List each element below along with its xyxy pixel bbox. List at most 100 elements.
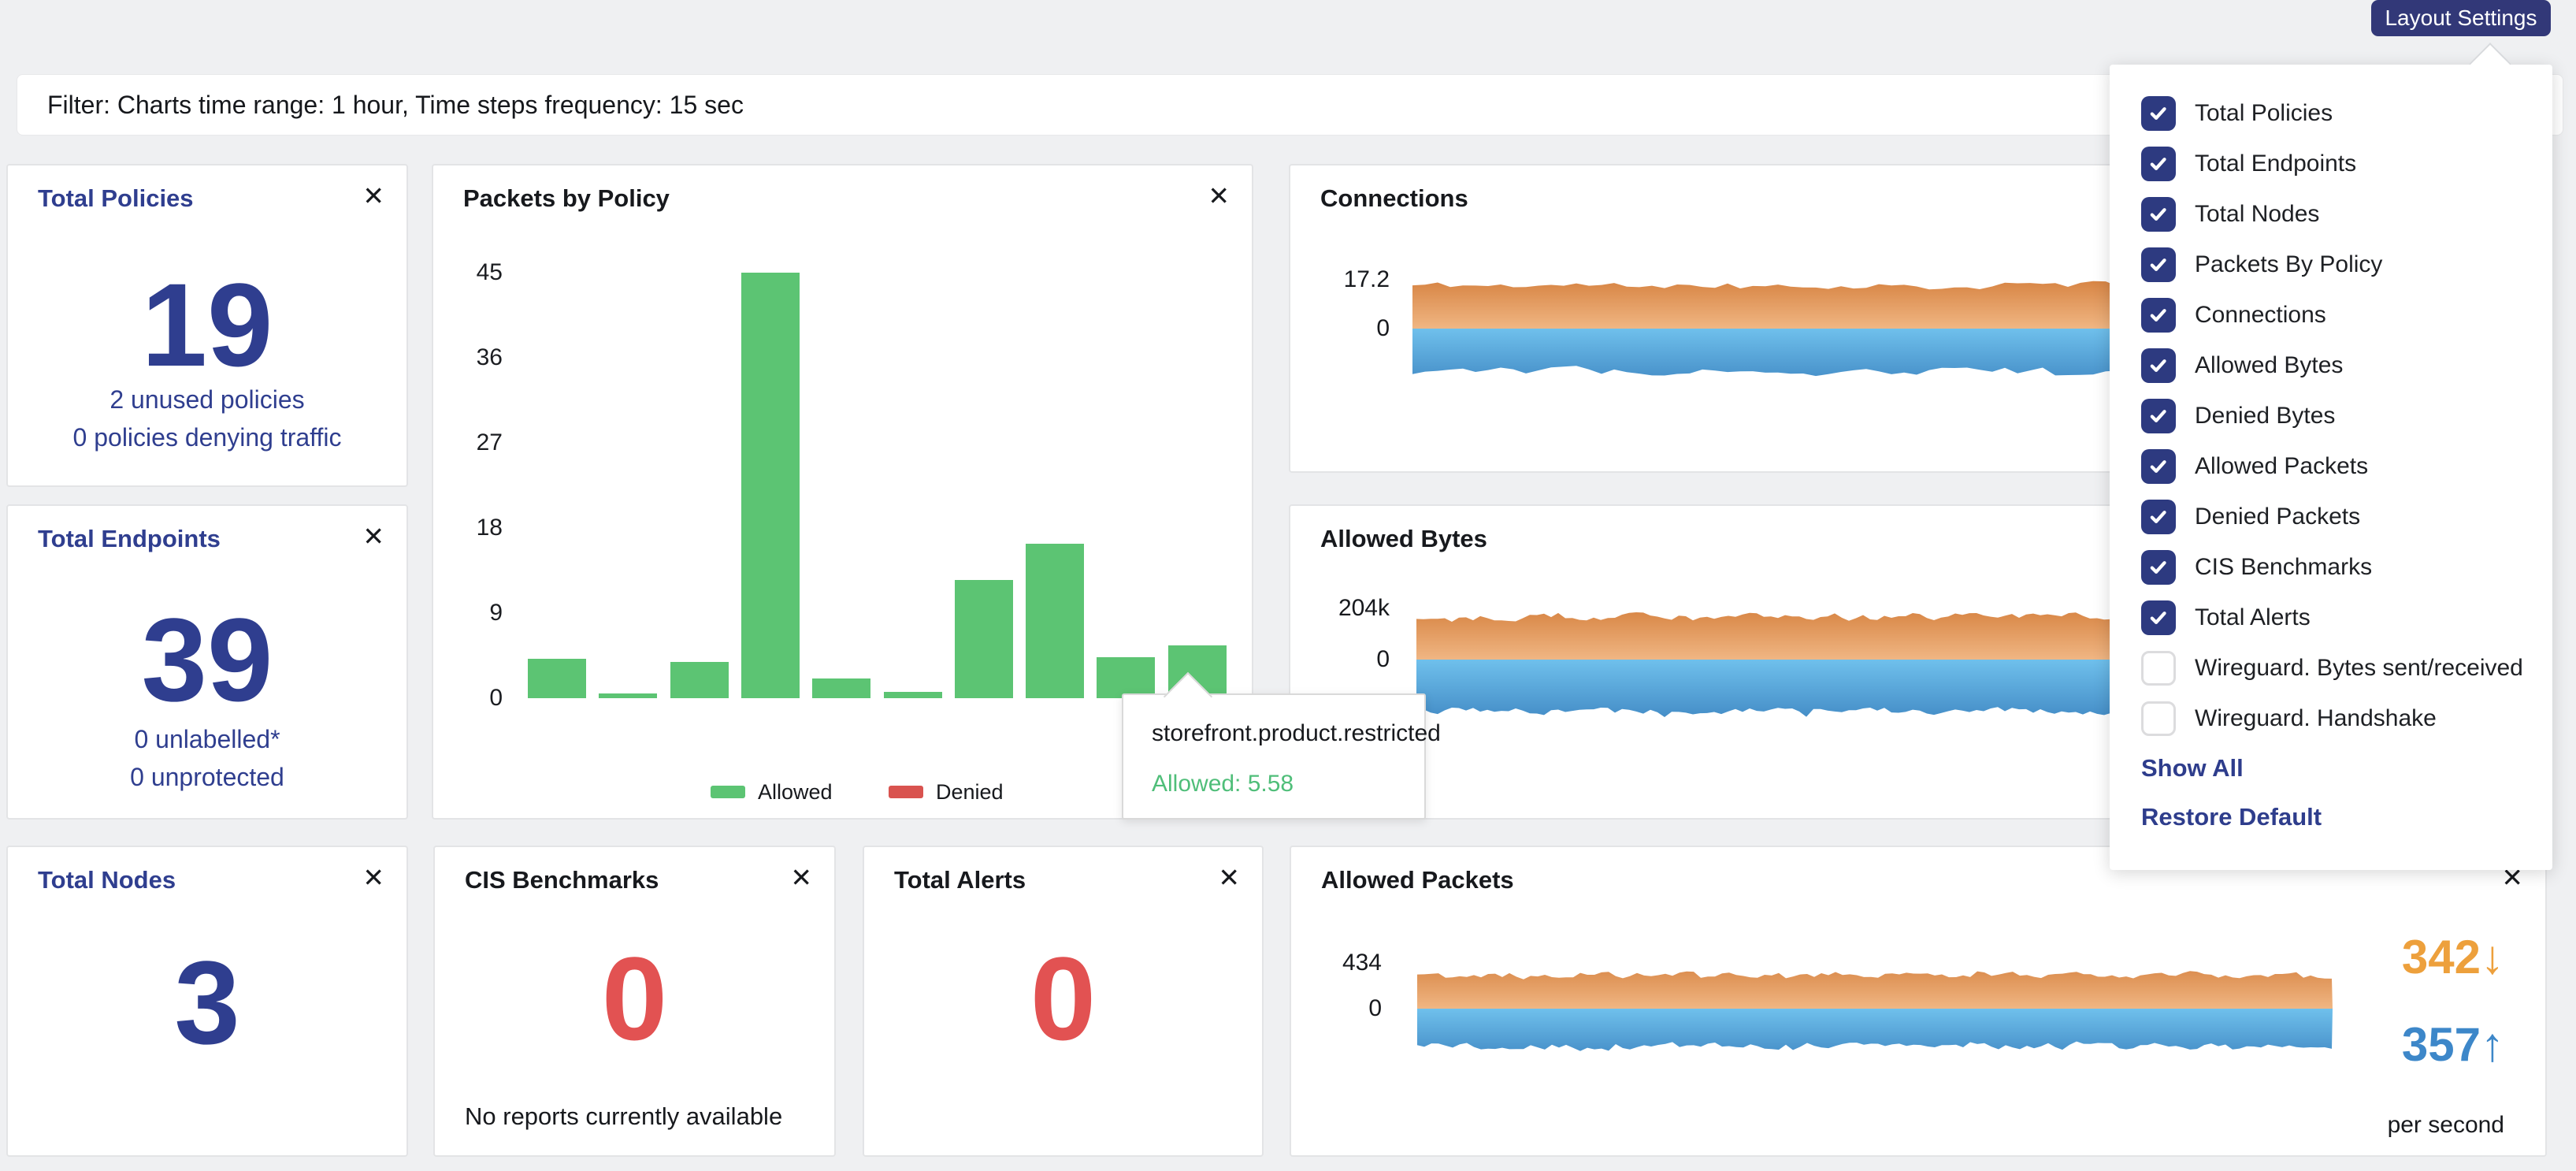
layout-menu-item-label: CIS Benchmarks [2195, 554, 2372, 581]
layout-menu-item-label: Denied Packets [2195, 504, 2360, 530]
checkbox-checked-icon[interactable] [2141, 147, 2176, 181]
layout-menu-item-label: Denied Bytes [2195, 403, 2335, 429]
card-title: Total Endpoints [38, 525, 221, 553]
allowed-bar[interactable] [955, 580, 1013, 698]
checkbox-checked-icon[interactable] [2141, 247, 2176, 282]
close-icon[interactable]: ✕ [362, 523, 384, 549]
layout-menu-item-label: Wireguard. Handshake [2195, 705, 2437, 732]
checkbox-checked-icon[interactable] [2141, 348, 2176, 383]
sent-area-series [1417, 1009, 2333, 1051]
card-total-endpoints: Total Endpoints ✕ 39 0 unlabelled* 0 unp… [6, 504, 408, 820]
allowed-legend-swatch [711, 786, 745, 798]
card-total-policies: Total Policies ✕ 19 2 unused policies 0 … [6, 164, 408, 487]
denying-policies-line: 0 policies denying traffic [8, 422, 406, 453]
card-title: Allowed Bytes [1320, 525, 1487, 553]
arrow-up-icon: ↑ [2481, 1018, 2504, 1071]
y-zero-label: 0 [1298, 994, 1382, 1023]
layout-menu-item-label: Total Alerts [2195, 604, 2311, 631]
y-max-label: 204k [1306, 594, 1390, 623]
layout-menu-item[interactable]: Denied Bytes [2110, 391, 2552, 441]
total-nodes-value: 3 [8, 931, 406, 1073]
layout-menu-item[interactable]: Denied Packets [2110, 492, 2552, 542]
layout-menu-item[interactable]: Total Endpoints [2110, 139, 2552, 189]
layout-menu-item[interactable]: Total Policies [2110, 88, 2552, 139]
card-title: Connections [1320, 184, 1468, 213]
layout-menu-item[interactable]: Allowed Bytes [2110, 340, 2552, 391]
checkbox-unchecked-icon[interactable] [2141, 701, 2176, 736]
card-title: Total Alerts [894, 866, 1026, 894]
y-max-label: 17.2 [1306, 266, 1390, 294]
total-alerts-value: 0 [864, 928, 1262, 1069]
chart-tooltip: storefront.product.restricted Allowed: 5… [1122, 693, 1426, 820]
allowed-bar[interactable] [1097, 657, 1155, 698]
total-policies-value: 19 [8, 254, 406, 396]
layout-menu-item[interactable]: Connections [2110, 290, 2552, 340]
y-max-label: 434 [1298, 949, 1382, 977]
checkbox-checked-icon[interactable] [2141, 96, 2176, 131]
layout-menu-item-label: Allowed Bytes [2195, 352, 2343, 379]
filter-text: Filter: Charts time range: 1 hour, Time … [47, 91, 744, 120]
allowed-bar[interactable] [528, 659, 586, 698]
unused-policies-line: 2 unused policies [8, 384, 406, 415]
allowed-bar[interactable] [741, 273, 800, 698]
layout-menu-item-label: Packets By Policy [2195, 251, 2382, 278]
layout-menu-item[interactable]: CIS Benchmarks [2110, 542, 2552, 593]
tooltip-allowed-value: Allowed: 5.58 [1152, 771, 1294, 797]
card-title: Total Nodes [38, 866, 176, 894]
checkbox-checked-icon[interactable] [2141, 298, 2176, 333]
close-icon[interactable]: ✕ [790, 864, 812, 890]
card-title: CIS Benchmarks [465, 866, 659, 894]
show-all-link[interactable]: Show All [2110, 744, 2552, 793]
layout-menu-item[interactable]: Total Nodes [2110, 189, 2552, 240]
unprotected-line: 0 unprotected [8, 761, 406, 793]
unlabelled-line: 0 unlabelled* [8, 723, 406, 755]
checkbox-checked-icon[interactable] [2141, 600, 2176, 635]
checkbox-checked-icon[interactable] [2141, 449, 2176, 484]
checkbox-unchecked-icon[interactable] [2141, 651, 2176, 686]
denied-legend-label: Denied [936, 778, 1004, 806]
card-title: Allowed Packets [1321, 866, 1514, 894]
layout-menu-item[interactable]: Allowed Packets [2110, 441, 2552, 492]
layout-menu-item-label: Total Policies [2195, 100, 2333, 127]
received-per-second: 342↓ [2402, 926, 2504, 989]
allowed-bar[interactable] [599, 693, 657, 698]
y-zero-label: 0 [1306, 314, 1390, 343]
layout-menu-item-label: Wireguard. Bytes sent/received [2195, 655, 2523, 682]
cis-note: No reports currently available [465, 1102, 782, 1131]
layout-settings-button[interactable]: Layout Settings [2371, 0, 2551, 36]
layout-menu-item-label: Total Endpoints [2195, 151, 2356, 177]
arrow-down-icon: ↓ [2481, 931, 2504, 983]
restore-default-link[interactable]: Restore Default [2110, 793, 2552, 842]
allowed-bar[interactable] [670, 662, 729, 698]
allowed-legend-label: Allowed [758, 778, 833, 806]
card-title: Total Policies [38, 184, 194, 213]
denied-legend-swatch [889, 786, 923, 798]
allowed-bar[interactable] [884, 692, 942, 698]
layout-menu-item-label: Connections [2195, 302, 2326, 329]
layout-menu-item-label: Allowed Packets [2195, 453, 2368, 480]
checkbox-checked-icon[interactable] [2141, 197, 2176, 232]
close-icon[interactable]: ✕ [1218, 864, 1240, 890]
allowed-bar[interactable] [1026, 544, 1084, 698]
layout-menu-item[interactable]: Packets By Policy [2110, 240, 2552, 290]
checkbox-checked-icon[interactable] [2141, 500, 2176, 534]
total-endpoints-value: 39 [8, 589, 406, 730]
y-zero-label: 0 [1306, 645, 1390, 674]
close-icon[interactable]: ✕ [362, 183, 384, 209]
card-total-alerts: Total Alerts ✕ 0 [863, 846, 1264, 1157]
layout-menu-item[interactable]: Wireguard. Handshake [2110, 693, 2552, 744]
layout-settings-menu: Total Policies Total Endpoints Total Nodes… [2110, 65, 2552, 870]
sent-per-second: 357↑ [2402, 1013, 2504, 1076]
cis-benchmarks-value: 0 [435, 928, 834, 1069]
layout-menu-item[interactable]: Total Alerts [2110, 593, 2552, 643]
layout-menu-item-label: Total Nodes [2195, 201, 2319, 228]
received-area-series [1417, 971, 2333, 1009]
close-icon[interactable]: ✕ [362, 864, 384, 890]
checkbox-checked-icon[interactable] [2141, 399, 2176, 433]
layout-menu-items: Total Policies Total Endpoints Total Nodes… [2110, 88, 2552, 744]
layout-menu-item[interactable]: Wireguard. Bytes sent/received [2110, 643, 2552, 693]
tooltip-policy-name: storefront.product.restricted [1152, 720, 1441, 747]
checkbox-checked-icon[interactable] [2141, 550, 2176, 585]
allowed-packets-stream-chart[interactable] [1417, 957, 2333, 1060]
allowed-bar[interactable] [812, 678, 870, 698]
